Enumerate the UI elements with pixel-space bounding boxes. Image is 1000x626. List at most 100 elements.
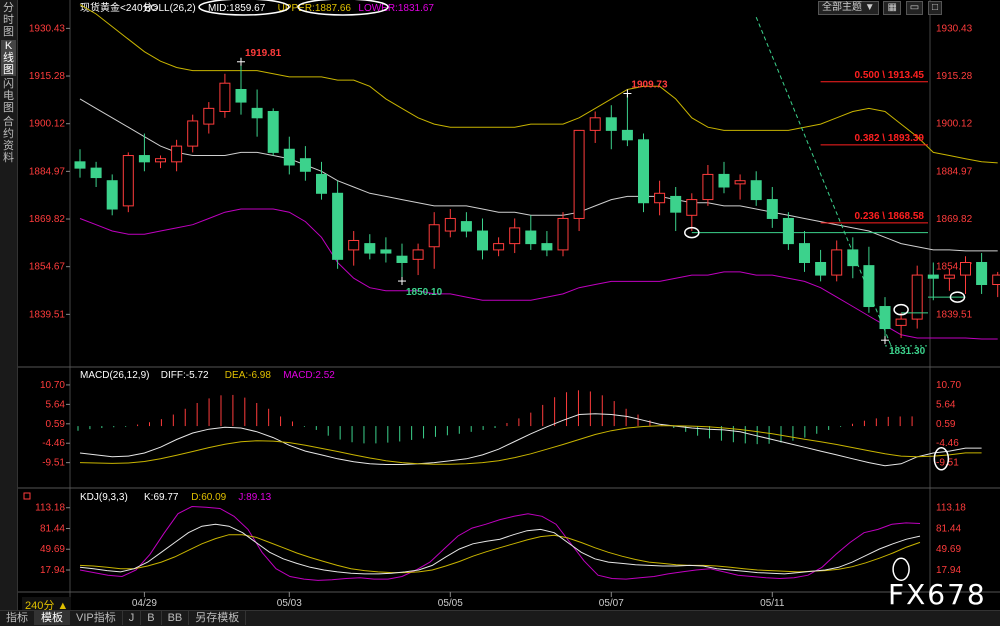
extreme-label: 1850.10: [406, 287, 443, 298]
candle: [557, 212, 569, 257]
legend-entry: MID:1859.67: [208, 3, 266, 14]
bottom-tab-bar: 指标 模板 VIP指标 J B BB 另存模板: [0, 610, 1000, 626]
fib-level-label: 0.236 \ 1868.58: [854, 211, 924, 222]
candle-body: [412, 249, 424, 260]
candle-body: [219, 82, 231, 113]
legend-entry: K:69.77: [144, 492, 179, 503]
candle: [605, 105, 617, 150]
y-tick-label-right: 1915.28: [936, 71, 973, 82]
candle: [283, 136, 295, 175]
y-tick-label-right: 49.69: [936, 544, 961, 555]
bottom-tab-0[interactable]: 指标: [0, 611, 35, 625]
candle: [122, 152, 134, 213]
y-tick-label-left: 1900.12: [29, 119, 66, 130]
y-tick-label-right: 10.70: [936, 380, 961, 391]
candle-body: [976, 261, 988, 286]
x-tick-label: 05/03: [277, 598, 302, 609]
macd-dea-line: [79, 425, 982, 465]
candle: [90, 161, 102, 187]
candle-body: [943, 274, 955, 279]
candle-body: [605, 117, 617, 131]
candle: [155, 155, 166, 169]
candle: [203, 102, 215, 134]
candle-body: [316, 173, 327, 194]
y-tick-label-left: -4.46: [42, 438, 65, 449]
candle-body: [396, 255, 408, 263]
bottom-tab-3[interactable]: J: [123, 611, 142, 625]
bottom-tab-4[interactable]: B: [141, 611, 162, 625]
candle-body: [509, 227, 521, 245]
candle-body: [638, 139, 649, 204]
candle: [911, 265, 923, 329]
candle: [106, 174, 118, 216]
maximize-icon[interactable]: □: [927, 1, 942, 15]
bottom-tab-2[interactable]: VIP指标: [70, 611, 123, 625]
legend-entry: KDJ(9,3,3): [80, 492, 128, 503]
annotation-circle: [892, 557, 910, 582]
candle: [782, 212, 794, 250]
legend-entry: DIFF:-5.72: [161, 370, 209, 381]
candle: [428, 212, 440, 269]
candle: [895, 312, 907, 338]
candle-body: [122, 155, 134, 207]
grid-icon[interactable]: ▦: [883, 1, 901, 15]
candle-body: [171, 145, 183, 163]
candle: [477, 218, 488, 260]
bottom-tab-5[interactable]: BB: [162, 611, 190, 625]
y-tick-label-left: 49.69: [40, 544, 65, 555]
kdj-marker-icon: [23, 492, 31, 500]
candle: [734, 174, 746, 200]
candle: [396, 243, 408, 282]
candle: [541, 231, 553, 257]
chart-toolbar: 全部主题 ▼ ▦ ▭ □: [818, 1, 944, 15]
bottom-tab-6[interactable]: 另存模板: [189, 611, 247, 625]
candle-body: [380, 249, 392, 254]
candle: [493, 237, 505, 257]
candle-body: [493, 243, 505, 251]
x-tick-label: 04/29: [132, 598, 157, 609]
candle-body: [815, 261, 827, 276]
candle-body: [927, 274, 939, 279]
candle-body: [477, 230, 488, 251]
side-tab-3[interactable]: 合约资料: [1, 116, 16, 164]
candle: [686, 193, 698, 232]
candle-body: [863, 265, 875, 308]
candle-body: [525, 230, 537, 245]
candle-body: [155, 158, 166, 163]
y-tick-label-left: 5.64: [46, 399, 66, 410]
chart-area: 1930.43 1930.43 1915.28 1915.28 1900.12 1900.…: [18, 0, 1000, 609]
side-tab-1[interactable]: K线图: [1, 40, 16, 76]
side-tab-2[interactable]: 闪电图: [1, 78, 16, 114]
candle-body: [557, 217, 569, 251]
candle-body: [90, 167, 102, 179]
candle: [460, 212, 472, 238]
candle: [799, 231, 810, 272]
candle-body: [734, 180, 746, 185]
candle-body: [106, 180, 118, 210]
candle-body: [541, 243, 553, 251]
restore-icon[interactable]: ▭: [905, 1, 924, 15]
candle-body: [267, 111, 279, 153]
candle: [348, 231, 360, 266]
candle: [187, 114, 199, 153]
candle-body: [992, 274, 1000, 286]
candle: [332, 180, 344, 269]
legend-entry: J:89.13: [238, 492, 271, 503]
legend-entry: D:60.09: [191, 492, 226, 503]
candle-body: [460, 221, 472, 232]
candle-body: [203, 107, 215, 125]
bottom-tab-1[interactable]: 模板: [35, 611, 70, 625]
candle-body: [718, 173, 730, 188]
side-tab-bar: 分时图 K线图闪电图合约资料: [0, 0, 18, 610]
y-tick-label-right: 1869.82: [936, 214, 973, 225]
y-tick-label-right: 1839.51: [936, 309, 973, 320]
extreme-label: 1909.73: [631, 79, 668, 90]
candle: [219, 73, 231, 118]
candle: [316, 161, 327, 200]
theme-dropdown[interactable]: 全部主题 ▼: [818, 1, 879, 15]
watermark: FX678: [888, 578, 987, 611]
x-tick-label: 05/07: [599, 598, 624, 609]
legend-entry: MACD(26,12,9): [80, 370, 149, 381]
candle-body: [831, 249, 843, 276]
side-tab-0[interactable]: 分时图: [1, 2, 16, 38]
